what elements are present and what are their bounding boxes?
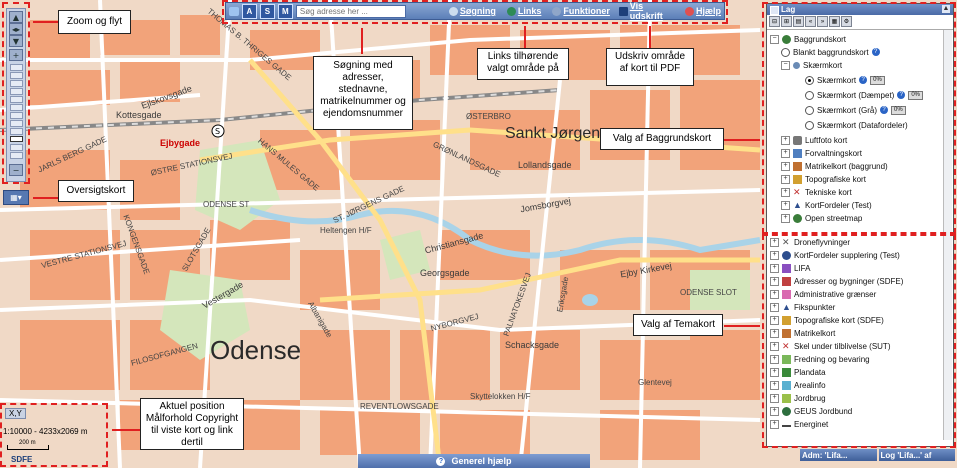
annotation-toolbar-box [222,0,728,24]
general-help-label: Generel hjælp [451,456,512,466]
street-label: Skyttelokken H/F [470,392,531,401]
street-label: Georgsgade [420,268,470,278]
arrow-zoom [33,21,58,23]
callout-search: Søgning med adresser, stednavne, matrike… [313,56,413,130]
callout-print: Udskriv område af kort til PDF [606,48,694,86]
callout-zoom: Zoom og flyt [58,10,131,34]
arrow-links [524,26,526,48]
callout-position: Aktuel position Målforhold Copyright til… [140,398,244,450]
callout-theme: Valg af Temakort [633,314,723,336]
overview-map-button[interactable]: ▦▾ [3,190,29,205]
callout-overview: Oversigtskort [58,180,134,202]
street-label: ØSTERBRO [466,112,511,121]
logout-tab[interactable]: Log 'Lifa...' af [878,449,955,461]
annotation-position-box [0,403,108,467]
street-label: ODENSE ST [203,200,250,209]
overview-map-icon: ▦▾ [10,193,22,202]
street-label: ODENSE SLOT [680,288,737,297]
street-label: Glentevej [638,378,672,387]
annotation-background-box [762,2,956,234]
arrow-overview [33,197,58,199]
callout-links: Links tilhørende valgt område på [477,48,569,80]
admin-tab[interactable]: Adm: 'Lifa... [800,449,877,461]
annotation-theme-box [762,234,956,448]
street-label: Ejbygade [160,138,201,148]
svg-text:S: S [215,127,220,136]
general-help-bar[interactable]: ? Generel hjælp [358,454,590,468]
annotation-zoom-box [2,2,30,184]
help-icon: ? [436,456,446,466]
arrow-position [112,429,140,431]
street-label: Lollandsgade [518,160,572,170]
arrow-background [724,139,760,141]
district-label: Sankt Jørgens [505,125,609,142]
street-label: REVENTLOWSGADE [360,402,439,411]
street-label: Kottesgade [116,110,162,120]
street-label: Heltengen H/F [320,226,372,235]
city-label: Odense [210,335,302,365]
bottom-tabs: Adm: 'Lifa... Log 'Lifa...' af [800,449,955,461]
arrow-theme [724,325,760,327]
callout-background: Valg af Baggrundskort [600,128,724,150]
street-label: Schacksgade [505,340,560,350]
arrow-print [649,26,651,48]
arrow-search [361,28,363,54]
